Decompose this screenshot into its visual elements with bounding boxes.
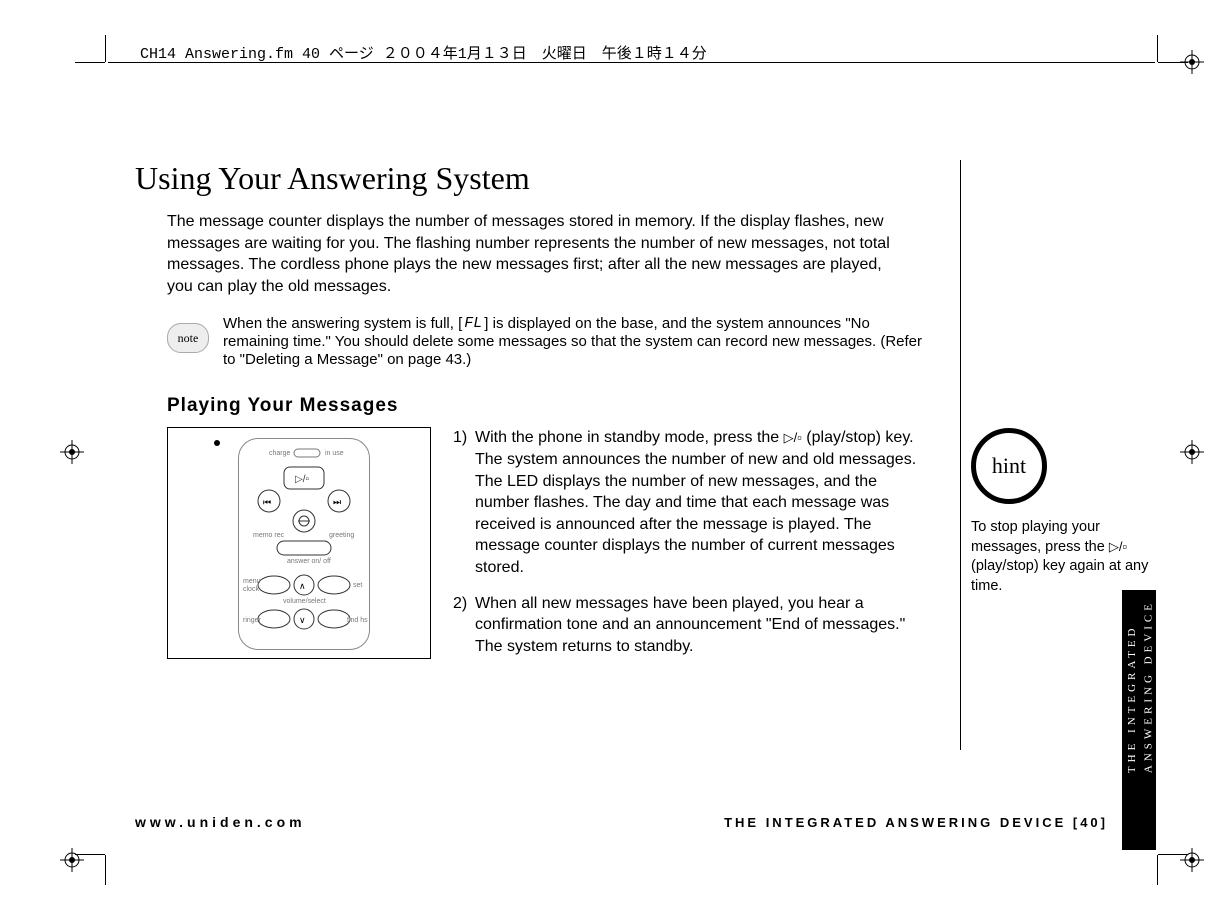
hint-post: (play/stop) key again at any time.	[971, 558, 1148, 594]
registration-mark-icon	[60, 440, 84, 464]
registration-mark-icon	[60, 848, 84, 872]
section-tab-label: THE INTEGRATED ANSWERING DEVICE	[1124, 600, 1157, 773]
step-1-post: (play/stop) key. The system announces th…	[475, 429, 916, 576]
step-number: 1)	[453, 427, 475, 578]
registration-mark-icon	[1180, 50, 1204, 74]
section-heading: Playing Your Messages	[167, 395, 925, 417]
svg-text:find hs: find hs	[347, 617, 368, 624]
prepress-header: CH14 Answering.fm 40 ページ ２００４年1月１３日 火曜日 …	[140, 42, 707, 63]
crop-mark	[1157, 855, 1158, 885]
note-pre: When the answering system is full, [	[223, 315, 462, 332]
registration-mark-icon	[1180, 440, 1204, 464]
svg-text:⏭: ⏭	[333, 497, 341, 507]
svg-text:answer on/ off: answer on/ off	[287, 558, 331, 565]
footer-url: www.uniden.com	[135, 814, 306, 830]
hint-text: To stop playing your messages, press the…	[971, 518, 1161, 596]
svg-text:menu: menu	[243, 578, 261, 585]
svg-text:memo rec: memo rec	[253, 532, 285, 539]
footer-section-page: THE INTEGRATED ANSWERING DEVICE [40]	[724, 815, 1108, 830]
note-badge-icon: note	[167, 323, 209, 353]
play-stop-icon: ▷/▫	[784, 429, 802, 447]
svg-text:clock: clock	[243, 586, 259, 593]
step-1: 1) With the phone in standby mode, press…	[453, 427, 925, 578]
hint-badge-icon: hint	[971, 428, 1047, 504]
crop-mark	[105, 855, 106, 885]
play-stop-icon: ▷/▫	[1109, 538, 1127, 556]
note-text: When the answering system is full, [FL] …	[223, 315, 925, 369]
svg-text:set: set	[353, 582, 362, 589]
step-number: 2)	[453, 593, 475, 658]
svg-text:volume/select: volume/select	[283, 598, 326, 605]
step-2: 2) When all new messages have been playe…	[453, 593, 925, 658]
svg-text:∨: ∨	[299, 615, 306, 625]
page-title: Using Your Answering System	[135, 160, 925, 197]
phone-base-illustration: charge in use ▷/▫ ⏮ ⏭ memo rec greeting …	[167, 427, 431, 659]
step-1-pre: With the phone in standby mode, press th…	[475, 429, 784, 446]
fl-symbol-icon: FL	[462, 315, 484, 333]
svg-text:∧: ∧	[299, 581, 306, 591]
svg-text:ringer: ringer	[243, 617, 262, 624]
step-2-text: When all new messages have been played, …	[475, 593, 925, 658]
crop-mark	[75, 62, 105, 63]
header-rule	[108, 62, 1155, 63]
page-content: Using Your Answering System The message …	[135, 160, 925, 671]
svg-text:▷/▫: ▷/▫	[295, 474, 309, 485]
intro-paragraph: The message counter displays the number …	[167, 211, 897, 297]
svg-text:charge: charge	[269, 450, 291, 457]
section-tab: THE INTEGRATED ANSWERING DEVICE	[1122, 590, 1156, 850]
crop-mark	[105, 35, 106, 62]
svg-text:⏮: ⏮	[263, 497, 271, 507]
note-block: note When the answering system is full, …	[167, 315, 925, 369]
crop-mark	[1157, 35, 1158, 62]
steps-list: 1) With the phone in standby mode, press…	[453, 427, 925, 671]
svg-text:greeting: greeting	[329, 532, 354, 539]
hint-pre: To stop playing your messages, press the	[971, 519, 1109, 555]
registration-mark-icon	[1180, 848, 1204, 872]
svg-text:in use: in use	[325, 450, 344, 457]
